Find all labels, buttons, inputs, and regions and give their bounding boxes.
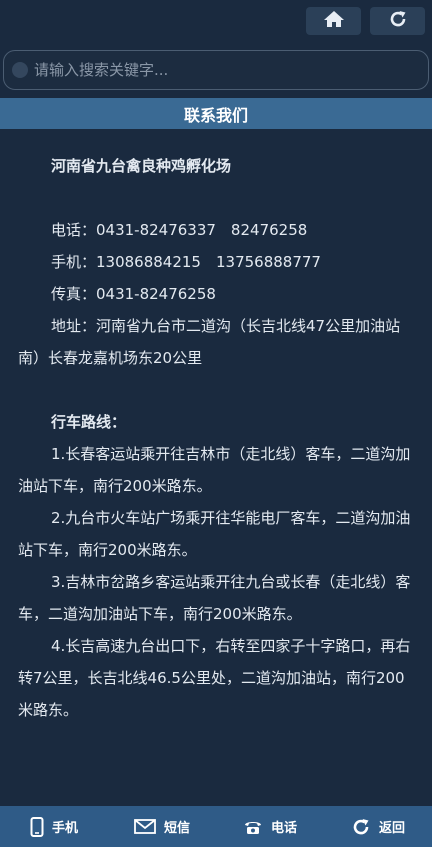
route-title: 行车路线： xyxy=(51,413,127,431)
top-bar xyxy=(0,0,432,42)
mobile-label: 手机 xyxy=(51,821,78,836)
route-item: 2.九台市火车站广场乘开往华能电厂客车，二道沟加油站下车，南行200米路东。 xyxy=(18,509,411,559)
section-title: 联系我们 xyxy=(183,105,248,125)
search-input[interactable] xyxy=(34,61,414,79)
back-button[interactable]: 返回 xyxy=(324,806,432,847)
search-icon xyxy=(12,62,28,78)
mobile-line: 手机：13086884215 13756888777 xyxy=(51,253,321,271)
back-label: 返回 xyxy=(378,821,405,836)
route-item: 4.长吉高速九台出口下，右转至四家子十字路口，再右转7公里，长吉北线46.5公里… xyxy=(18,637,411,719)
search-bar xyxy=(3,50,429,90)
contact-content: 河南省九台禽良种鸡孵化场 电话：0431-82476337 82476258 手… xyxy=(18,150,416,726)
refresh-button[interactable] xyxy=(370,7,425,35)
phone-line: 电话：0431-82476337 82476258 xyxy=(51,221,308,239)
home-button[interactable] xyxy=(306,7,361,35)
bottom-nav: 手机 短信 电话 返回 xyxy=(0,806,432,847)
mobile-button[interactable]: 手机 xyxy=(0,806,108,847)
mobile-phone-icon xyxy=(30,816,44,837)
route-item: 3.吉林市岔路乡客运站乘开往九台或长春（走北线）客车，二道沟加油站下车，南行20… xyxy=(18,573,411,623)
back-refresh-icon xyxy=(351,817,371,837)
refresh-icon xyxy=(388,9,408,33)
fax-line: 传真：0431-82476258 xyxy=(51,285,216,303)
sms-label: 短信 xyxy=(163,821,190,836)
section-header: 联系我们 xyxy=(0,98,432,129)
address-line: 地址：河南省九台市二道沟（长吉北线47公里加油站南）长春龙嘉机场东20公里 xyxy=(18,317,401,367)
call-label: 电话 xyxy=(270,821,297,836)
sms-button[interactable]: 短信 xyxy=(108,806,216,847)
telephone-icon xyxy=(243,819,263,835)
envelope-icon xyxy=(134,819,156,834)
route-item: 1.长春客运站乘开往吉林市（走北线）客车，二道沟加油站下车，南行200米路东。 xyxy=(18,445,411,495)
call-button[interactable]: 电话 xyxy=(216,806,324,847)
company-name: 河南省九台禽良种鸡孵化场 xyxy=(51,157,232,175)
home-icon xyxy=(323,10,345,32)
